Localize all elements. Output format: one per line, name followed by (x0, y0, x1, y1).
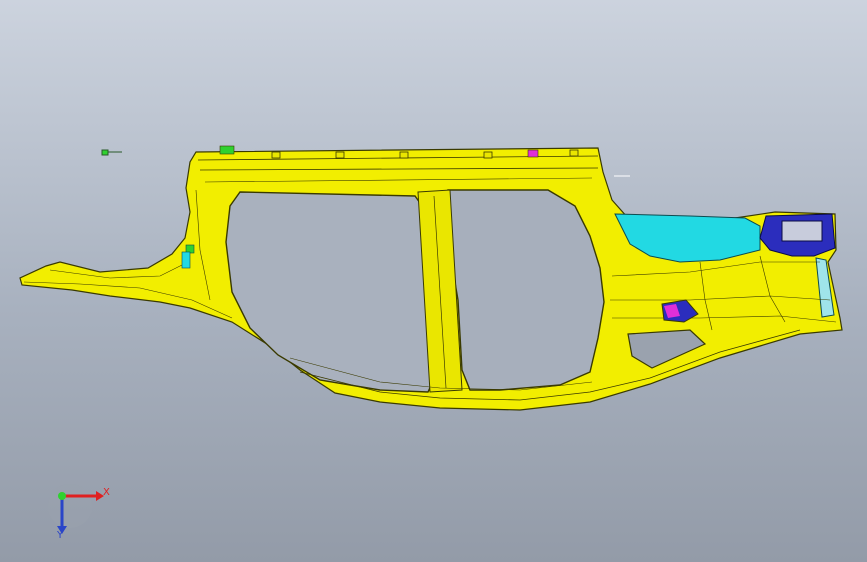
triad-shading (48, 484, 92, 528)
origin-icon (58, 492, 66, 500)
rear-door-opening (445, 189, 605, 391)
x-axis-label: X (103, 487, 110, 498)
cyan-clip-pillar (181, 251, 191, 269)
blue-bracket-window (781, 220, 823, 242)
body-side-panel-model[interactable] (0, 0, 867, 562)
green-clip-roof (219, 145, 235, 155)
front-door-opening (225, 191, 439, 393)
y-axis-label: Y (57, 530, 64, 541)
cad-graphics-viewport[interactable]: X Y (0, 0, 867, 562)
stray-component (101, 149, 122, 156)
magenta-clip (527, 149, 539, 158)
